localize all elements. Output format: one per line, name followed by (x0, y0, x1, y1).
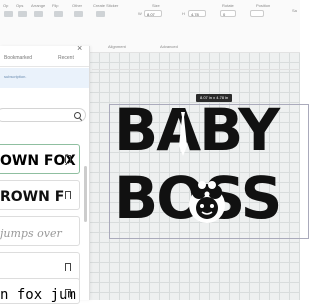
panel-scrollbar[interactable] (84, 166, 87, 222)
toolbar-item-ops[interactable]: Ops (16, 3, 23, 8)
font-preview: ROWN F (0, 189, 65, 205)
search-icon[interactable] (74, 112, 81, 119)
baby-text[interactable]: BABY (114, 96, 280, 164)
width-input[interactable]: 8.07 (144, 10, 162, 17)
tool-swatch[interactable] (74, 11, 83, 17)
search-input[interactable] (0, 108, 86, 122)
h-label: H (182, 11, 185, 16)
fonts-panel: × Bookmarked Recent subscription. OWN FO… (0, 43, 90, 304)
alignment-label[interactable]: Alignment (108, 44, 126, 49)
tool-swatch[interactable] (54, 11, 63, 17)
tie-icon (179, 112, 187, 156)
tab-bookmarked[interactable]: Bookmarked (4, 55, 32, 61)
save-button[interactable]: Sa (292, 8, 297, 13)
size-label: Size (152, 3, 160, 8)
tool-swatch[interactable] (18, 11, 27, 17)
sticker-icon[interactable] (96, 11, 105, 17)
toolbar-item-other[interactable]: Other (72, 3, 82, 8)
font-preview: jumps over (0, 227, 62, 240)
bookmark-icon[interactable] (65, 289, 71, 299)
position-x-input[interactable] (250, 10, 264, 17)
subscription-notice: subscription. (0, 68, 89, 88)
font-card[interactable]: ROWN F (0, 180, 80, 210)
height-input[interactable]: 4.78 (188, 10, 206, 17)
tab-divider (0, 66, 89, 67)
font-card[interactable]: OWN FOX J (0, 144, 80, 174)
toolbar-item-arrange[interactable]: Arrange (31, 3, 45, 8)
rotate-label: Rotate (222, 3, 234, 8)
tool-swatch[interactable] (34, 11, 43, 17)
toolbar-item-flip[interactable]: Flip (52, 3, 58, 8)
font-card[interactable]: n fox jum (0, 278, 80, 304)
bookmark-icon[interactable] (65, 191, 71, 201)
close-icon[interactable]: × (77, 43, 82, 53)
bookmark-icon[interactable] (65, 155, 71, 165)
create-sticker-label[interactable]: Create Sticker (93, 3, 118, 8)
advanced-label[interactable]: Advanced (160, 44, 178, 49)
tab-recent[interactable]: Recent (58, 55, 74, 61)
position-label: Position (256, 3, 271, 8)
baby-face-icon (189, 181, 225, 223)
toolbar-item-op[interactable]: Op (3, 3, 8, 8)
rotate-input[interactable]: 0 (220, 10, 236, 17)
tool-swatch[interactable] (4, 11, 13, 17)
font-card[interactable]: jumps over (0, 216, 80, 246)
horizontal-ruler (92, 62, 300, 70)
notice-text: subscription. (4, 74, 27, 79)
bookmark-icon[interactable] (65, 263, 71, 273)
w-label: W (138, 11, 142, 16)
